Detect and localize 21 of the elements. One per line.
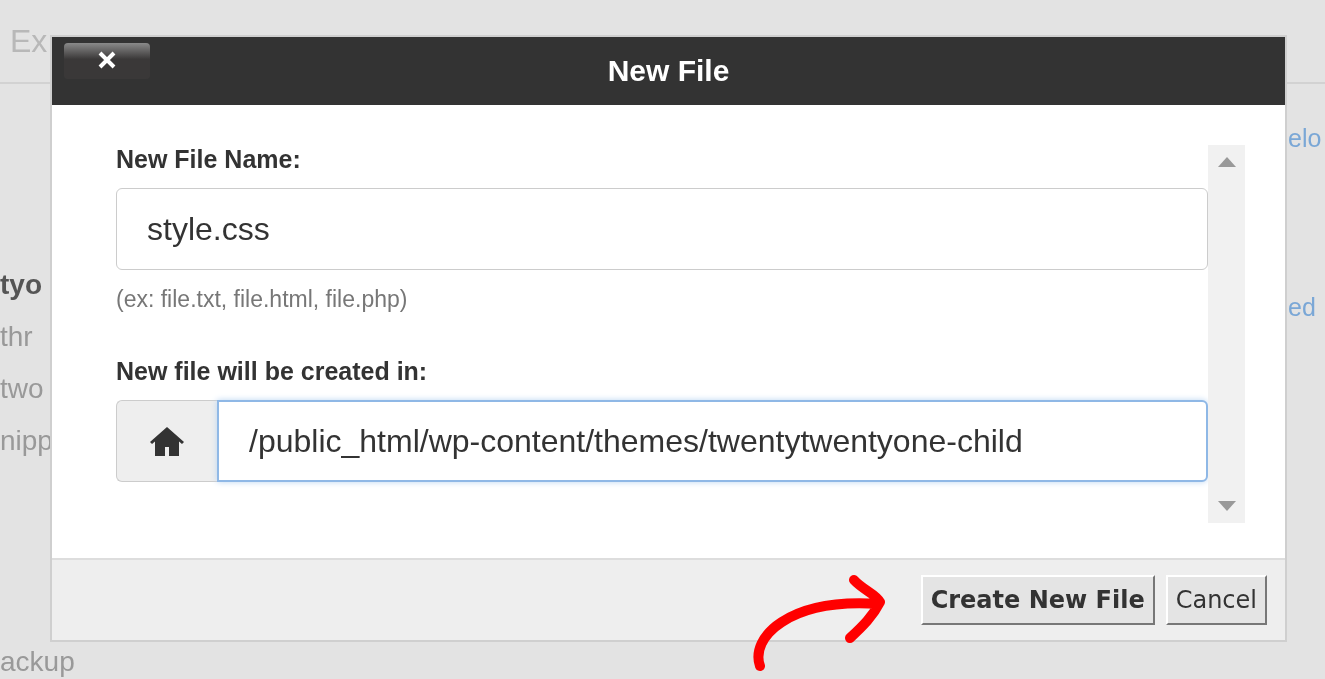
link[interactable]: ed [1288,293,1316,322]
close-icon [97,49,117,70]
home-icon [149,425,185,457]
close-button[interactable] [64,43,150,79]
create-button[interactable]: Create New File [920,575,1155,625]
scroll-up-icon[interactable] [1217,157,1236,167]
sidebar-item[interactable]: nipp [0,422,53,460]
field-label: New File Name: [116,145,302,174]
sidebar-item[interactable]: ackup [0,645,75,679]
field-label: New file will be created in: [116,357,429,386]
field-hint: (ex: file.txt, file.html, file.php) [116,286,409,313]
path-field[interactable]: /public_html/wp-content/themes/twentytwentyone-child [217,400,1208,482]
scrollbar[interactable] [1208,145,1245,523]
sidebar-item[interactable]: thr [0,318,33,356]
sidebar-item[interactable]: two [0,370,44,408]
file-name-field[interactable]: style.css [116,188,1208,270]
scroll-down-icon[interactable] [1217,501,1236,511]
link[interactable]: elo [1288,124,1322,153]
sidebar-item[interactable]: tyo [0,266,42,304]
cancel-button[interactable]: Cancel [1165,575,1267,625]
dialog-title: New File [607,54,730,88]
